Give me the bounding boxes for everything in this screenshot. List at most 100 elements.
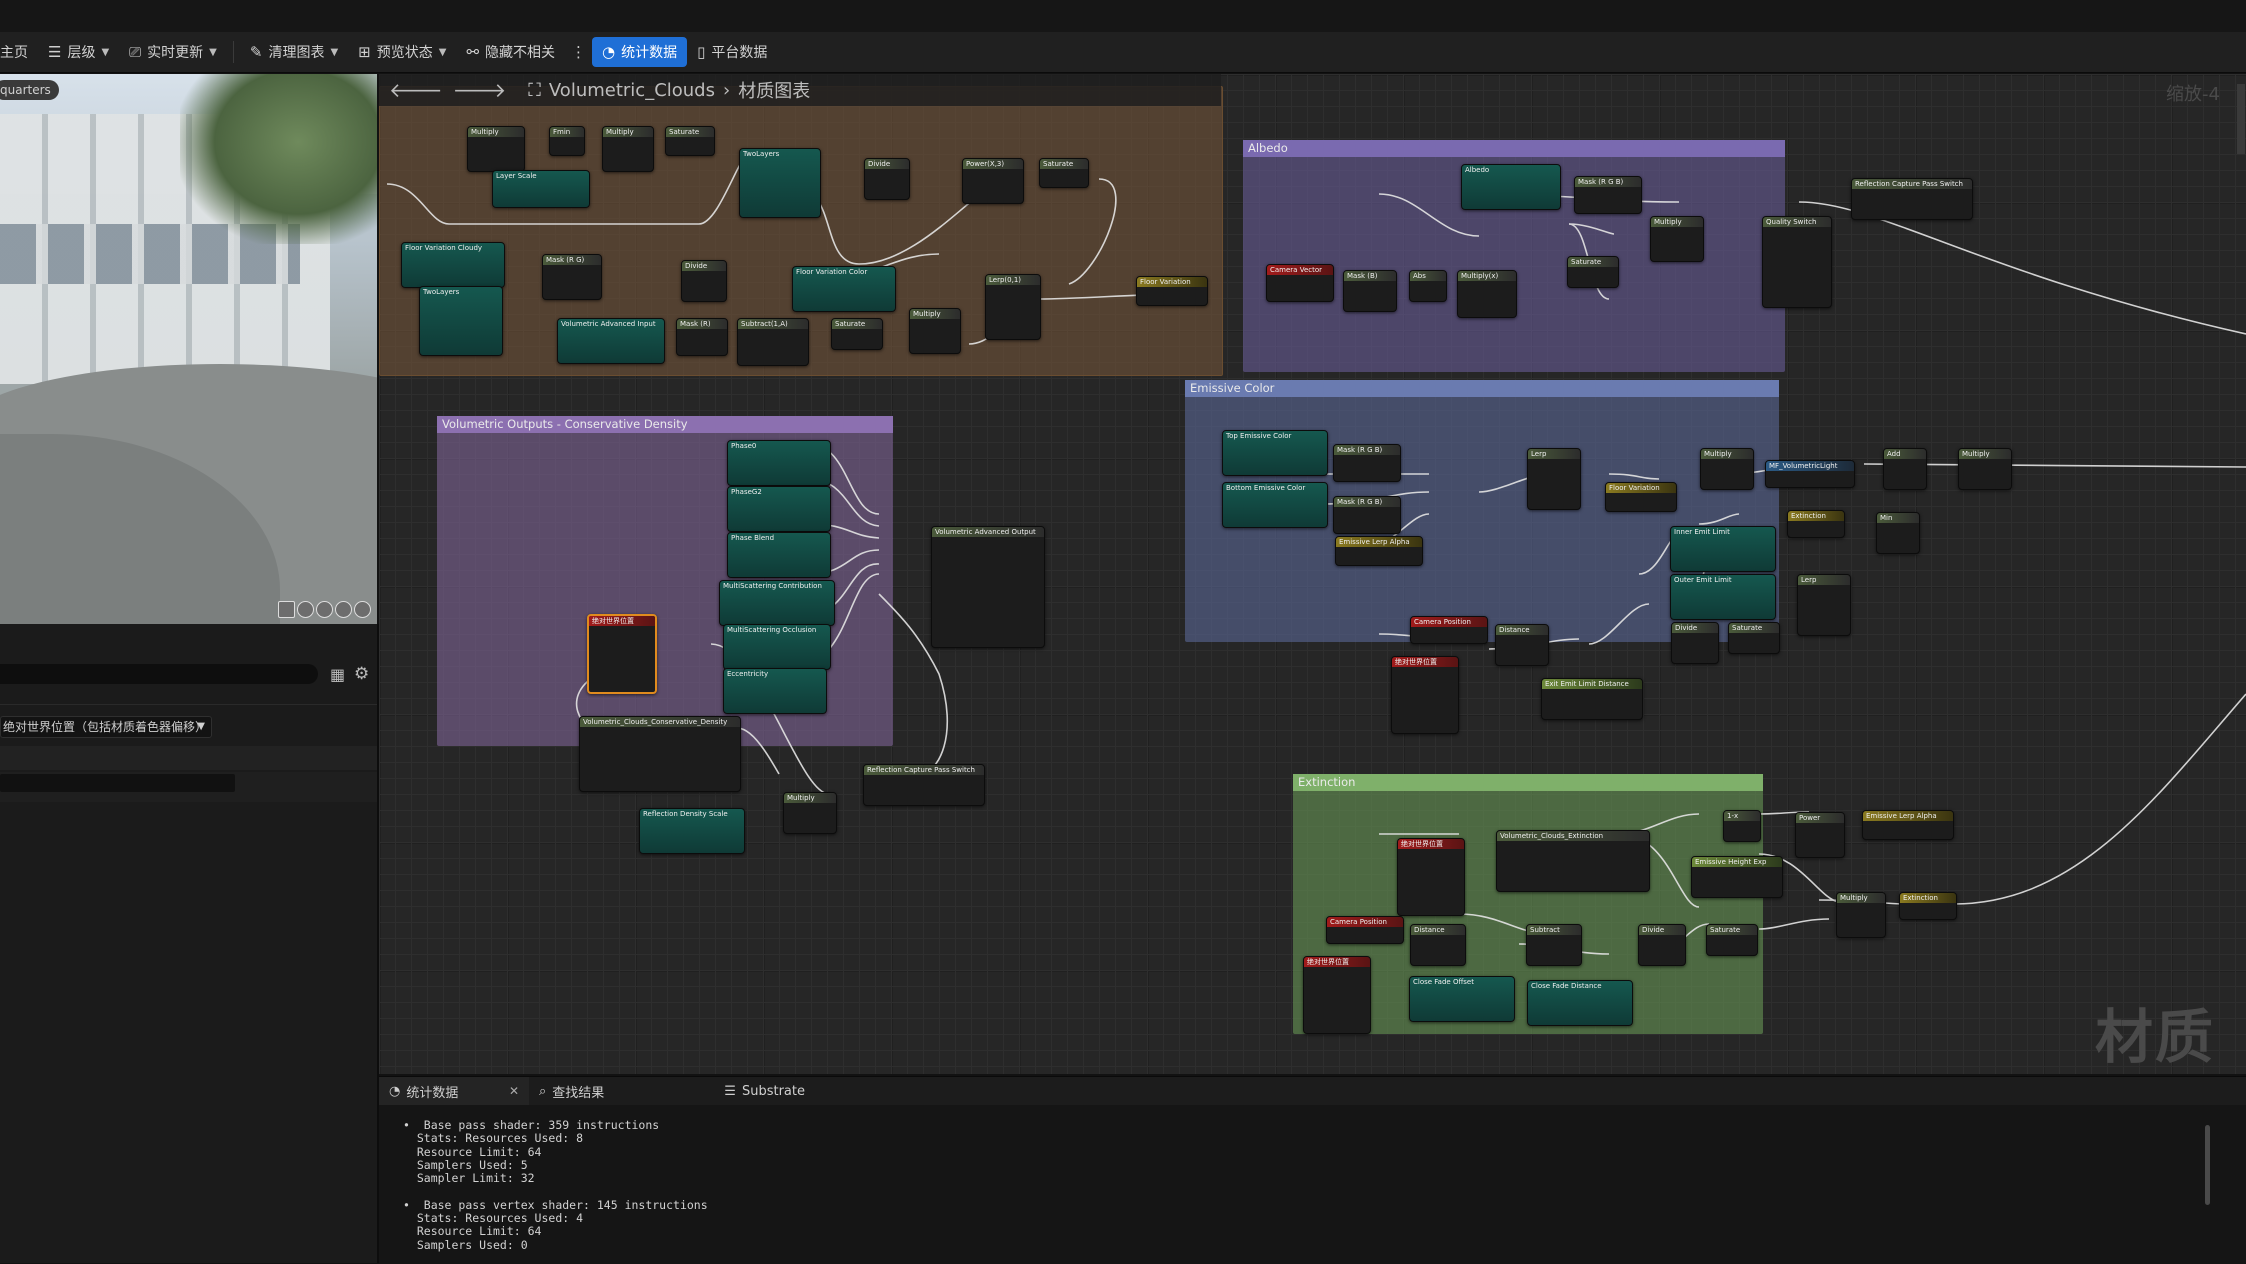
graph-node[interactable]: Volumetric_Clouds_Extinction (1496, 830, 1650, 892)
graph-node[interactable]: Saturate (1567, 256, 1619, 288)
graph-node[interactable]: Multiply (1958, 448, 2012, 490)
graph-node[interactable]: Lerp (1797, 574, 1851, 636)
graph-node[interactable]: TwoLayers (739, 148, 821, 218)
graph-node[interactable]: Multiply (1650, 216, 1704, 262)
graph-node[interactable]: Saturate (831, 318, 883, 350)
graph-node[interactable]: 绝对世界位置 (1397, 838, 1465, 916)
graph-node[interactable]: Volumetric_Clouds_Conservative_Density (579, 716, 741, 792)
graph-node[interactable]: Reflection Capture Pass Switch (863, 764, 985, 806)
more-options-button[interactable]: ⋮ (565, 37, 592, 67)
graph-node[interactable]: Phase Blend (727, 532, 831, 578)
graph-node[interactable]: Mask (R G B) (1333, 444, 1401, 482)
graph-node[interactable]: Floor Variation Cloudy (401, 242, 505, 288)
graph-node[interactable]: Camera Vector (1266, 264, 1334, 302)
grid-view-icon[interactable]: ▦ (330, 665, 345, 684)
graph-node[interactable]: Lerp (1527, 448, 1581, 510)
graph-node[interactable]: Divide (1638, 924, 1686, 966)
graph-node[interactable]: Reflection Density Scale (639, 808, 745, 854)
preview-state-button[interactable]: ⊞ 预览状态 ▼ (348, 37, 456, 67)
graph-node[interactable]: 1-x (1723, 810, 1761, 842)
graph-node[interactable]: Mask (R G B) (1574, 176, 1642, 214)
breadcrumb-asset[interactable]: Volumetric_Clouds (549, 80, 715, 101)
graph-node[interactable]: Saturate (665, 126, 715, 156)
graph-node[interactable]: Volumetric Advanced Input (557, 318, 665, 364)
graph-node[interactable]: 绝对世界位置 (1391, 656, 1459, 734)
graph-node[interactable]: Saturate (1039, 158, 1089, 188)
viewport-scene-label[interactable]: quarters (0, 80, 59, 100)
graph-node[interactable]: MultiScattering Occlusion (723, 624, 831, 670)
graph-node[interactable]: Emissive Lerp Alpha (1862, 810, 1954, 840)
platform-stats-button[interactable]: ▯ 平台数据 (687, 37, 777, 67)
graph-node-selected[interactable]: 绝对世界位置 (587, 614, 657, 694)
graph-node[interactable]: Mask (B) (1343, 270, 1397, 312)
plane-preview-icon[interactable] (316, 601, 333, 618)
graph-node[interactable]: Distance (1495, 624, 1549, 666)
graph-node[interactable]: Multiply (467, 126, 525, 172)
graph-node[interactable]: Close Fade Distance (1527, 980, 1633, 1026)
graph-node[interactable]: Floor Variation Color (792, 266, 896, 312)
cube-preview-icon[interactable] (335, 601, 352, 618)
graph-node[interactable]: Divide (864, 158, 910, 200)
back-arrow-icon[interactable]: 🡐 (389, 78, 443, 102)
graph-node[interactable]: TwoLayers (419, 286, 503, 356)
live-update-button[interactable]: ⎚ 实时更新 ▼ (119, 37, 227, 67)
graph-node[interactable]: Multiply (783, 792, 837, 834)
graph-node[interactable]: MultiScattering Contribution (719, 580, 835, 626)
graph-node[interactable]: Reflection Capture Pass Switch (1851, 178, 1973, 220)
graph-node[interactable]: Multiply (1836, 892, 1886, 938)
graph-node[interactable]: Extinction (1787, 510, 1845, 538)
details-search-input[interactable] (0, 664, 318, 684)
graph-node[interactable]: Multiply (909, 308, 961, 354)
graph-node[interactable]: Quality Switch (1762, 216, 1832, 308)
graph-node[interactable]: 绝对世界位置 (1303, 956, 1371, 1034)
graph-node[interactable]: Emissive Lerp Alpha (1335, 536, 1423, 566)
graph-node[interactable]: Floor Variation (1136, 276, 1208, 306)
graph-node[interactable]: Mask (R G) (542, 254, 602, 300)
graph-node[interactable]: Lerp(0,1) (985, 274, 1041, 340)
graph-node[interactable]: Layer Scale (492, 170, 590, 208)
tab-find-results[interactable]: ⌕ 查找结果 (529, 1077, 614, 1105)
graph-node[interactable]: Top Emissive Color (1222, 430, 1328, 476)
sphere-preview-icon[interactable] (297, 601, 314, 618)
graph-node[interactable]: PhaseG2 (727, 486, 831, 532)
graph-node[interactable]: Outer Emit Limit (1670, 574, 1776, 620)
forward-arrow-icon[interactable]: 🡒 (453, 78, 507, 102)
graph-node[interactable]: Saturate (1728, 622, 1780, 654)
clean-graph-button[interactable]: ✎ 清理图表 ▼ (240, 37, 348, 67)
graph-node[interactable]: Power(X,3) (962, 158, 1024, 204)
tab-substrate[interactable]: ☰ Substrate (714, 1077, 815, 1105)
hide-unrelated-button[interactable]: ⚯ 隐藏不相关 (456, 37, 565, 67)
tab-stats[interactable]: ◔ 统计数据 ✕ (379, 1077, 529, 1105)
graph-node[interactable]: Phase0 (727, 440, 831, 486)
graph-node[interactable]: Power (1795, 812, 1845, 858)
graph-node[interactable]: Abs (1409, 270, 1447, 302)
graph-node[interactable]: Exit Emit Limit Distance (1541, 678, 1643, 720)
graph-node[interactable]: Divide (681, 260, 727, 302)
graph-node[interactable]: Divide (1671, 622, 1719, 664)
stats-scrollbar[interactable] (2205, 1125, 2210, 1205)
property-value-field[interactable] (0, 774, 235, 792)
graph-node[interactable]: Close Fade Offset (1409, 976, 1515, 1022)
graph-node[interactable]: Multiply(x) (1457, 270, 1517, 318)
graph-node[interactable]: Mask (R) (676, 318, 728, 356)
gear-icon[interactable]: ⚙ (354, 664, 369, 684)
hierarchy-button[interactable]: ☰ 层级 ▼ (38, 37, 119, 67)
home-button[interactable]: 主页 (0, 37, 38, 67)
material-graph-canvas[interactable]: Albedo Emissive Color Volumetric Outputs… (379, 74, 2246, 1074)
graph-node[interactable]: Eccentricity (723, 668, 827, 714)
graph-node[interactable]: Floor Variation (1605, 482, 1677, 512)
preview-viewport[interactable]: quarters (0, 74, 377, 624)
graph-node[interactable]: Mask (R G B) (1333, 496, 1401, 534)
graph-node[interactable]: Add (1883, 448, 1927, 490)
graph-node[interactable]: Multiply (1700, 448, 1754, 490)
graph-node[interactable]: Subtract(1,A) (737, 318, 809, 366)
custom-mesh-preview-icon[interactable] (354, 601, 371, 618)
side-tab[interactable] (2237, 84, 2245, 154)
stats-button[interactable]: ◔ 统计数据 (592, 37, 688, 67)
graph-node[interactable]: Albedo (1461, 164, 1561, 210)
graph-node[interactable]: Camera Position (1326, 916, 1404, 944)
graph-node[interactable]: Saturate (1706, 924, 1758, 956)
graph-node[interactable]: MF_VolumetricLight (1765, 460, 1855, 488)
graph-node[interactable]: Extinction (1899, 892, 1957, 920)
graph-node[interactable]: Multiply (602, 126, 654, 172)
